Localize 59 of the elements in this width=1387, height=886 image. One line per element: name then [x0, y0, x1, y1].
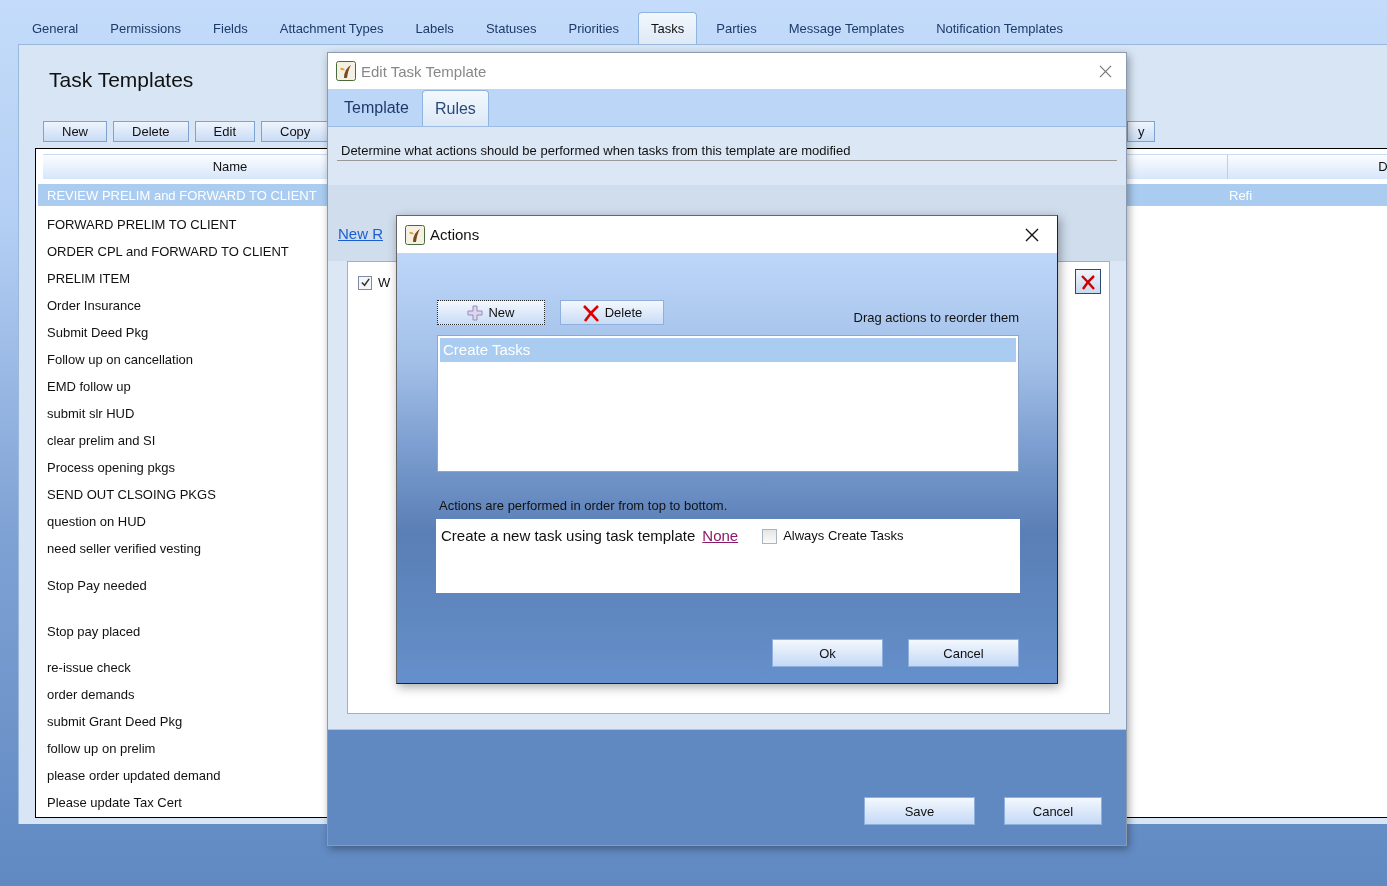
checkbox-label: Always Create Tasks — [783, 528, 904, 543]
table-cell: re-issue check — [47, 660, 131, 675]
window-title: Actions — [430, 226, 480, 243]
dialog-button[interactable]: Cancel — [1004, 797, 1102, 825]
tab[interactable]: Rules — [421, 90, 489, 126]
table-cell: clear prelim and SI — [47, 433, 156, 448]
tab[interactable]: Parties — [700, 12, 773, 44]
window-title: Edit Task Template — [361, 62, 487, 80]
page-title: Task Templates — [48, 67, 194, 93]
new-button[interactable]: New — [437, 300, 545, 325]
table-cell: REVIEW PRELIM and FORWARD TO CLIENT — [47, 187, 317, 203]
tab[interactable]: Fields — [197, 12, 264, 44]
dialog-button[interactable]: Save — [864, 797, 975, 825]
close-icon[interactable] — [1025, 227, 1039, 242]
template-link[interactable]: None — [702, 527, 739, 544]
table-cell: order demands — [47, 687, 135, 702]
checkbox[interactable] — [762, 529, 778, 544]
tab[interactable]: Message Templates — [772, 12, 921, 44]
table-cell: Stop Pay needed — [47, 577, 147, 593]
table-cell: ORDER CPL and FORWARD TO CLIENT — [47, 244, 289, 259]
toolbar-button[interactable]: Copy — [261, 121, 330, 142]
dialog-button[interactable]: Ok — [772, 639, 883, 667]
tab[interactable]: Permissions — [94, 12, 198, 44]
table-cell: Process opening pkgs — [47, 460, 175, 475]
column-header[interactable]: D — [1227, 155, 1387, 179]
table-cell: follow up on prelim — [47, 741, 156, 756]
toolbar-button[interactable]: Delete — [113, 121, 189, 142]
new-rule-link[interactable]: New R — [338, 225, 383, 242]
delete-button[interactable]: Delete — [560, 300, 664, 325]
tab[interactable]: Labels — [399, 12, 470, 44]
tab[interactable]: Statuses — [469, 12, 553, 44]
tab[interactable]: Notification Templates — [920, 12, 1080, 44]
delete-rule-button[interactable] — [1075, 269, 1101, 294]
toolbar-button[interactable]: y — [1127, 121, 1155, 142]
description-text: Determine what actions should be performed when tasks from this template are modified — [337, 127, 1117, 161]
toolbar-button[interactable]: New — [43, 121, 107, 142]
tab[interactable]: Priorities — [552, 12, 636, 44]
cross-icon — [1080, 273, 1096, 290]
tab[interactable]: Template — [331, 90, 422, 126]
rule-label: W — [378, 275, 391, 290]
table-cell: EMD follow up — [47, 379, 131, 394]
checkbox[interactable] — [358, 275, 372, 290]
tab[interactable]: Attachment Types — [263, 12, 400, 44]
plus-icon — [467, 304, 484, 321]
table-cell: submit slr HUD — [47, 406, 135, 421]
hint-text: Drag actions to reorder them — [853, 310, 1019, 325]
detail-text: Create a new task using task template — [441, 527, 696, 544]
note-text: Actions are performed in order from top to bottom. — [438, 497, 729, 515]
leaf-icon — [405, 224, 425, 245]
toolbar-button[interactable]: Edit — [194, 121, 255, 142]
dialog-button[interactable]: Cancel — [908, 639, 1019, 667]
table-cell: question on HUD — [47, 514, 146, 529]
table-cell: please order updated demand — [47, 768, 221, 783]
leaf-icon — [336, 61, 356, 81]
tab[interactable]: General — [16, 12, 95, 44]
tab[interactable]: Tasks — [638, 12, 698, 44]
cross-icon — [581, 303, 600, 322]
table-cell-text: Refi — [1228, 187, 1254, 203]
table-cell: submit Grant Deed Pkg — [47, 714, 183, 729]
